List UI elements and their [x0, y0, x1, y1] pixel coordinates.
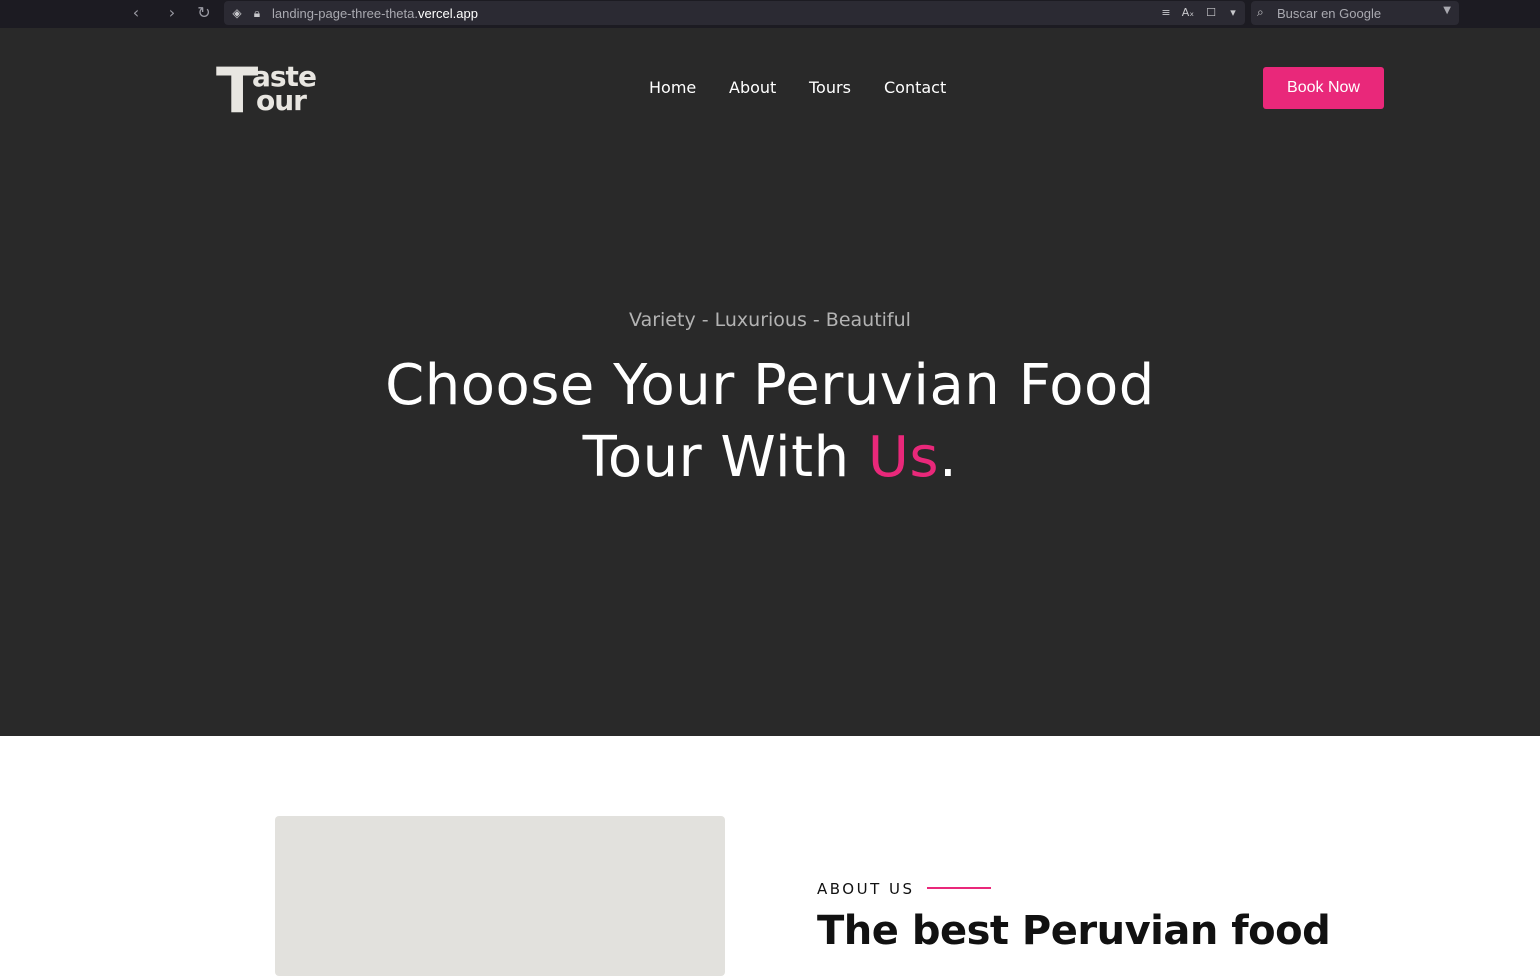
search-bar[interactable]: ⌕ Buscar en Google ▼	[1251, 1, 1459, 25]
url-bar[interactable]: ◈ 🔒︎ landing-page-three-theta.vercel.app…	[224, 1, 1245, 25]
nav-tours[interactable]: Tours	[809, 78, 851, 97]
nav-home[interactable]: Home	[649, 78, 696, 97]
about-accent-line	[927, 887, 991, 889]
headline-accent: Us	[867, 425, 940, 490]
translate-icon[interactable]: Aₓ	[1180, 5, 1196, 21]
headline-line2: Tour With	[582, 425, 868, 490]
url-prefix: landing-page-three-theta.	[272, 6, 418, 21]
about-image-placeholder	[275, 816, 725, 976]
forward-icon[interactable]: ›	[160, 3, 184, 23]
dropdown-icon[interactable]: ▾	[1225, 5, 1241, 21]
reader-view-icon[interactable]: ≡	[1158, 5, 1174, 21]
lock-icon[interactable]: 🔒︎	[250, 5, 264, 21]
nav-contact[interactable]: Contact	[884, 78, 946, 97]
shield-icon[interactable]: ◈	[230, 5, 244, 21]
search-icon: ⌕	[1257, 5, 1264, 19]
browser-toolbar: ‹ › ↻ ◈ 🔒︎ landing-page-three-theta.verc…	[0, 0, 1540, 28]
nav-about[interactable]: About	[729, 78, 776, 97]
headline-line1: Choose Your Peruvian Food	[385, 353, 1155, 418]
chevron-down-icon[interactable]: ▼	[1443, 5, 1451, 16]
bookmark-icon[interactable]: ☐	[1203, 5, 1219, 21]
url-text[interactable]: landing-page-three-theta.vercel.app	[272, 6, 478, 21]
about-label: ABOUT US	[817, 880, 915, 898]
back-icon[interactable]: ‹	[124, 3, 148, 23]
about-title: The best Peruvian food	[817, 908, 1331, 954]
url-domain: vercel.app	[418, 6, 478, 21]
hero-section: T aste our Home About Tours Contact Book…	[0, 28, 1540, 736]
reload-icon[interactable]: ↻	[192, 3, 216, 23]
hero-headline: Choose Your Peruvian Food Tour With Us.	[0, 350, 1540, 494]
hero-tagline: Variety - Luxurious - Beautiful	[629, 309, 911, 331]
book-now-button[interactable]: Book Now	[1263, 67, 1384, 109]
search-input[interactable]: Buscar en Google	[1277, 6, 1381, 21]
headline-end: .	[939, 425, 958, 490]
about-section: ABOUT US The best Peruvian food	[0, 736, 1540, 976]
